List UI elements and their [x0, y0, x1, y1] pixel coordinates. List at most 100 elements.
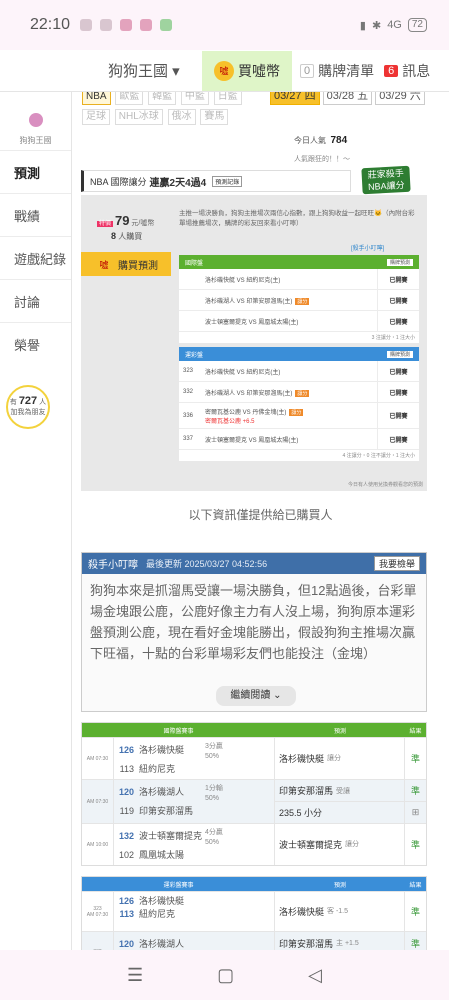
buyers: 8 人購買: [111, 231, 142, 242]
table-row: 332 洛杉磯湖人 VS 印第安那溜馬(主) 讓分 已開賽: [179, 382, 419, 403]
league-tag[interactable]: 日籃: [213, 92, 242, 105]
fans-line2: 加我為朋友: [10, 409, 46, 416]
tw-table-footer: 4 注讓分・0 注不讓分・1 注大小: [342, 453, 415, 459]
logo-text: 狗狗王國: [19, 136, 52, 145]
league-tag[interactable]: NBA: [82, 92, 111, 105]
report-button[interactable]: 我要檢舉: [373, 556, 420, 571]
sidebar-item-discuss[interactable]: 討論: [0, 279, 71, 322]
app-icon: [120, 19, 133, 31]
match-name: 波士頓塞爾提克 VS 鳳凰城太陽(主): [205, 319, 299, 326]
add-friend-bulb[interactable]: 有 727 人 加我為朋友: [6, 385, 50, 429]
league-tag[interactable]: 中籃: [180, 92, 209, 105]
team-no: 113: [119, 908, 134, 919]
buy-coin-button[interactable]: 噓 買噓幣: [202, 50, 292, 91]
read-more-button[interactable]: 繼續閱讀 ⌄: [216, 686, 296, 706]
sidebar-item-record[interactable]: 戰績: [0, 193, 71, 236]
match-name: 洛杉磯湖人 VS 印第安那溜馬(主) 讓分: [203, 296, 377, 305]
purchase-panel: 特價 79 元/噓幣 8 人購買 噓 購買預測 主推一場決勝負，狗狗主推場次兩信…: [81, 195, 427, 491]
menu-icon[interactable]: ☰: [127, 965, 143, 986]
spread: 1分輸 50%: [205, 780, 275, 823]
status-bar: 22:10 ▮ ✱ 4G 72: [0, 0, 449, 50]
buy-prediction-label: 購買預測: [118, 260, 158, 272]
team-no: 126: [118, 744, 134, 755]
match-text: 密爾瓦基公鹿 VS 丹佛金塊(主): [205, 409, 287, 416]
back-icon[interactable]: ◁: [308, 965, 322, 986]
match-status: 已開賽: [377, 382, 419, 402]
home-icon[interactable]: ▢: [217, 965, 234, 986]
game-time: 323 AM 07:30: [82, 892, 114, 931]
league-tag[interactable]: 歐籃: [115, 92, 144, 105]
teams: 132 波士頓塞爾提克 102 鳳凰城太陽: [114, 824, 205, 865]
table-row: 洛杉磯湖人 VS 印第安那溜馬(主) 讓分 已開賽: [179, 290, 419, 311]
league-tags: NBA 歐籃 韓籃 中籃 日籃 足球 NHL冰球 俄冰 賽馬: [82, 92, 272, 127]
match-status: 已開賽: [377, 361, 419, 381]
intl-prediction-table: 國際盤賽事 預測 結果 AM 07:30 126 洛杉磯快艇 113 紐約尼克 3分…: [81, 722, 427, 866]
league-tag[interactable]: 賽馬: [200, 109, 229, 125]
buyers-unit: 人購買: [118, 232, 143, 241]
match-text: 洛杉磯湖人 VS 印第安那溜馬(主): [205, 298, 293, 305]
col-match: 國際盤賽事: [163, 728, 194, 735]
stamp-sub: NBA讓分: [367, 180, 405, 192]
game-no: 332: [183, 389, 194, 395]
pick-team: 印第安那溜馬: [279, 786, 334, 796]
date-tabs: 03/27 四 03/28 五 03/29 六: [270, 92, 425, 105]
clock: 22:10: [30, 16, 71, 33]
sidebar-logo[interactable]: 狗狗王國: [0, 92, 71, 150]
info-text: 以下資訊僅提供給已購買人: [188, 508, 333, 522]
table-row: 洛杉磯快艇 VS 紐約尼克(主) 已開賽: [179, 269, 419, 290]
team-name: 洛杉磯快艇: [139, 745, 185, 755]
pick-line: 密爾瓦基公鹿 +6.5: [205, 418, 255, 425]
date-tab[interactable]: 03/29 六: [375, 92, 425, 105]
sidebar-item-game-log[interactable]: 遊戲紀錄: [0, 236, 71, 279]
killer-tip-link[interactable]: [殺手小叮嚀]: [351, 243, 384, 252]
result-value: 準: [410, 753, 420, 764]
site-dropdown[interactable]: 狗狗王國 ▾: [108, 60, 202, 81]
pick-team: 洛杉磯快艇: [279, 753, 325, 764]
pick-type: 客 -1.5: [327, 908, 349, 915]
tip-updated: 最後更新 2025/03/27 04:52:56: [146, 559, 268, 569]
tw-table-title: 運彩盤: [185, 352, 204, 359]
table-row: 323 AM 07:30 126 洛杉磯快艇 113 紐約尼克 洛杉磯快艇客 -1.5…: [82, 891, 426, 931]
sidebar-item-honor[interactable]: 榮譽: [0, 322, 71, 365]
match-name: 密爾瓦基公鹿 VS 丹佛金塊(主) 讓分 密爾瓦基公鹿 +6.5: [203, 407, 377, 425]
pick-type: 受讓: [336, 787, 351, 795]
intl-buy-chip[interactable]: 購牌預測: [386, 258, 413, 266]
buy-prediction-button[interactable]: 噓 購買預測: [81, 252, 171, 276]
pick-type: 主 +1.5: [336, 940, 359, 947]
table-row: 波士頓塞爾提克 VS 鳳凰城太陽(主) 已開賽: [179, 311, 419, 332]
league-tag[interactable]: 韓籃: [148, 92, 177, 105]
battery-icon: 72: [407, 18, 427, 32]
cart-count-badge: 0: [300, 63, 315, 78]
coin-icon: 噓: [214, 60, 234, 81]
messages-label: 訊息: [402, 62, 431, 79]
result: 準: [405, 738, 426, 779]
col-result: 結果: [409, 882, 422, 889]
fans-suffix: 人: [39, 399, 47, 406]
record-button[interactable]: 預測記錄: [212, 175, 243, 187]
pick-team: 波士頓塞爾提克: [279, 839, 343, 850]
tw-table-header: 運彩盤 購牌預測: [179, 347, 419, 361]
avatar: [28, 113, 43, 127]
sidebar-item-predict[interactable]: 預測: [0, 150, 71, 193]
pick: 洛杉磯快艇客 -1.5: [275, 892, 405, 931]
vibrate-icon: ▮: [359, 19, 366, 32]
league-tag[interactable]: 足球: [82, 109, 110, 125]
sale-badge: 特價: [97, 221, 114, 227]
tip-header: 殺手小叮嚀 最後更新 2025/03/27 04:52:56 我要檢舉: [82, 553, 426, 574]
match-status: 已開賽: [377, 290, 419, 310]
pack-intro: 主推一場決勝負，狗狗主推場次兩信心指數，跟上狗狗收益一起旺旺🐱（內附台彩單場推薦…: [179, 210, 415, 227]
league-tag[interactable]: 俄冰: [167, 109, 196, 125]
coupon-note: 今日有人使用兌換券觀看您的預測: [347, 482, 423, 488]
messages-link[interactable]: 6 訊息: [384, 61, 430, 81]
pick-header: NBA 國際讓分 連贏2天4過4 預測記錄: [81, 170, 351, 192]
league-tag[interactable]: NHL冰球: [114, 109, 163, 125]
pick: 印第安那溜馬 受讓 235.5 小分: [275, 780, 405, 823]
cart-link[interactable]: 0 購牌清單: [300, 61, 374, 81]
tw-buy-chip[interactable]: 購牌預測: [386, 350, 413, 358]
col-match: 運彩盤賽事: [163, 882, 194, 889]
date-tab[interactable]: 03/27 四: [270, 92, 320, 105]
game-no: 332: [82, 932, 114, 950]
date-tab[interactable]: 03/28 五: [322, 92, 373, 105]
col-result: 結果: [409, 728, 422, 735]
sidebar: 狗狗王國 預測 戰績 遊戲紀錄 討論 榮譽 有 727 人 加我為朋友: [0, 92, 72, 950]
